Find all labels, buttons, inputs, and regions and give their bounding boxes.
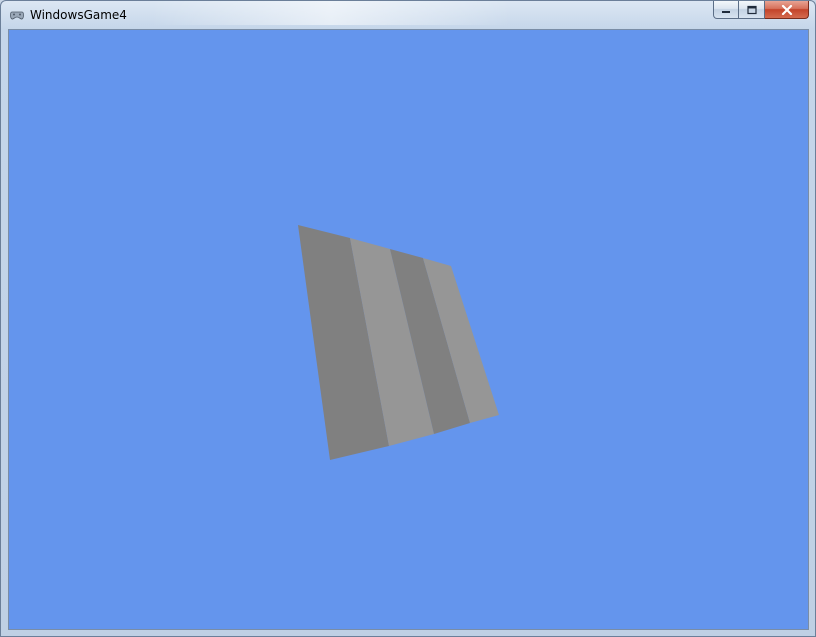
- game-viewport[interactable]: [8, 29, 809, 630]
- minimize-button[interactable]: [713, 1, 739, 19]
- striped-quad: [298, 225, 499, 460]
- maximize-icon: [746, 5, 757, 14]
- xna-gamepad-icon[interactable]: [9, 7, 25, 23]
- game-window: WindowsGame4: [0, 0, 816, 637]
- window-title: WindowsGame4: [30, 8, 127, 22]
- title-bar[interactable]: WindowsGame4: [1, 1, 815, 29]
- minimize-icon: [722, 10, 730, 13]
- maximize-button[interactable]: [739, 1, 765, 19]
- close-icon: [781, 4, 792, 15]
- close-button[interactable]: [765, 1, 809, 19]
- title-bar-glow: [151, 1, 511, 25]
- caption-buttons: [713, 1, 809, 21]
- scene-canvas: [298, 225, 499, 460]
